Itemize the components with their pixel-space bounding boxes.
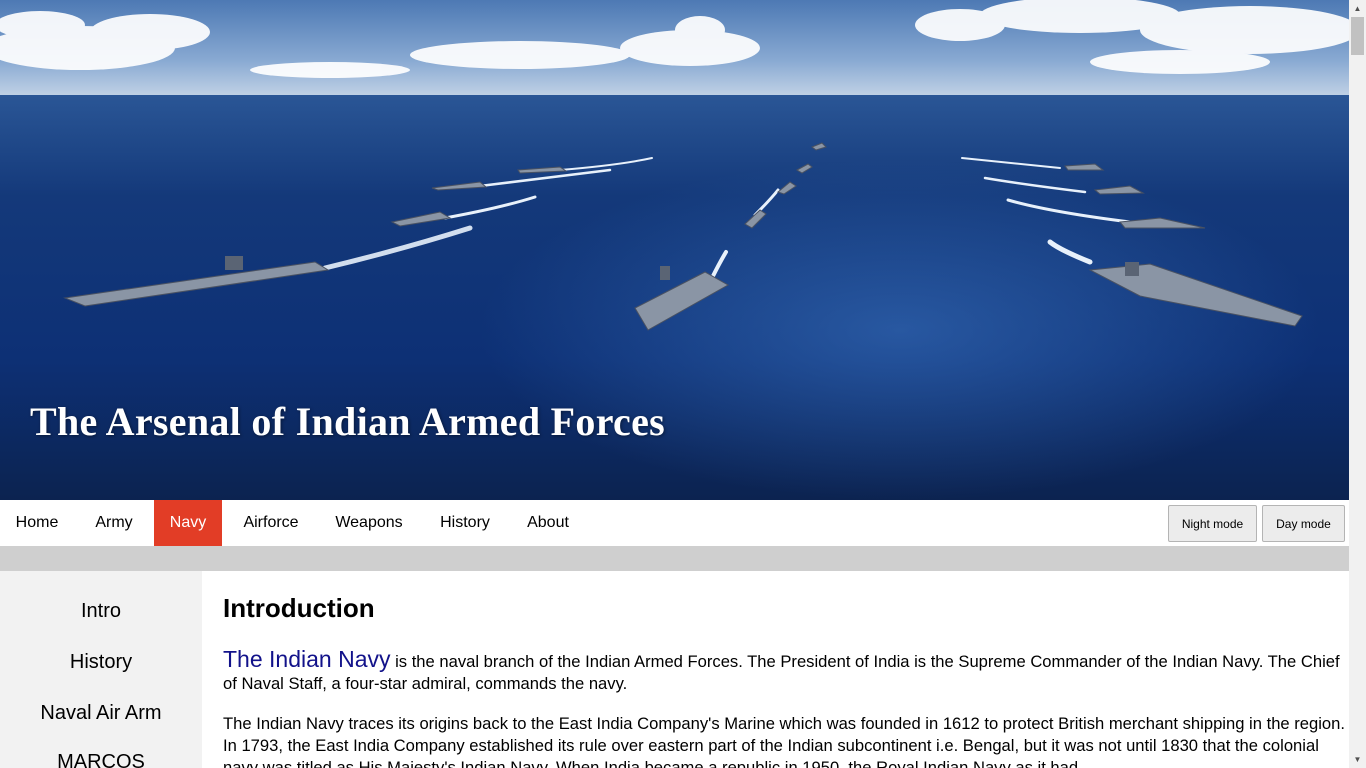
sidebar-item-intro[interactable]: Intro	[0, 600, 202, 623]
sidebar: Intro History Naval Air Arm MARCOS	[0, 571, 202, 768]
night-mode-button[interactable]: Night mode	[1168, 505, 1257, 542]
nav-home[interactable]: Home	[0, 500, 74, 546]
intro-paragraph: The Indian Navy is the naval branch of t…	[223, 648, 1348, 695]
sidebar-item-naval-air-arm[interactable]: Naval Air Arm	[0, 702, 202, 725]
day-mode-button[interactable]: Day mode	[1262, 505, 1345, 542]
scroll-down-icon[interactable]: ▼	[1349, 751, 1366, 768]
section-divider	[0, 546, 1349, 571]
hero-banner: The Arsenal of Indian Armed Forces	[0, 0, 1349, 500]
nav-army[interactable]: Army	[74, 500, 154, 546]
scrollbar-thumb[interactable]	[1351, 17, 1364, 55]
nav-about[interactable]: About	[512, 500, 584, 546]
nav-history[interactable]: History	[418, 500, 512, 546]
page: The Arsenal of Indian Armed Forces Home …	[0, 0, 1349, 768]
nav-weapons[interactable]: Weapons	[320, 500, 418, 546]
lead-term: The Indian Navy	[223, 646, 391, 672]
section-heading: Introduction	[223, 593, 375, 623]
sidebar-item-marcos[interactable]: MARCOS	[0, 751, 202, 768]
nav-airforce[interactable]: Airforce	[222, 500, 320, 546]
top-navigation: Home Army Navy Airforce Weapons History …	[0, 500, 1349, 546]
history-paragraph: The Indian Navy traces its origins back …	[223, 714, 1345, 768]
scrollbar[interactable]: ▲ ▼	[1349, 0, 1366, 768]
site-title: The Arsenal of Indian Armed Forces	[30, 399, 666, 444]
scroll-up-icon[interactable]: ▲	[1349, 0, 1366, 17]
sidebar-item-history[interactable]: History	[0, 651, 202, 674]
intro-text: is the naval branch of the Indian Armed …	[223, 652, 1340, 693]
nav-navy[interactable]: Navy	[154, 500, 222, 546]
main-content: Introduction The Indian Navy is the nava…	[202, 571, 1349, 768]
